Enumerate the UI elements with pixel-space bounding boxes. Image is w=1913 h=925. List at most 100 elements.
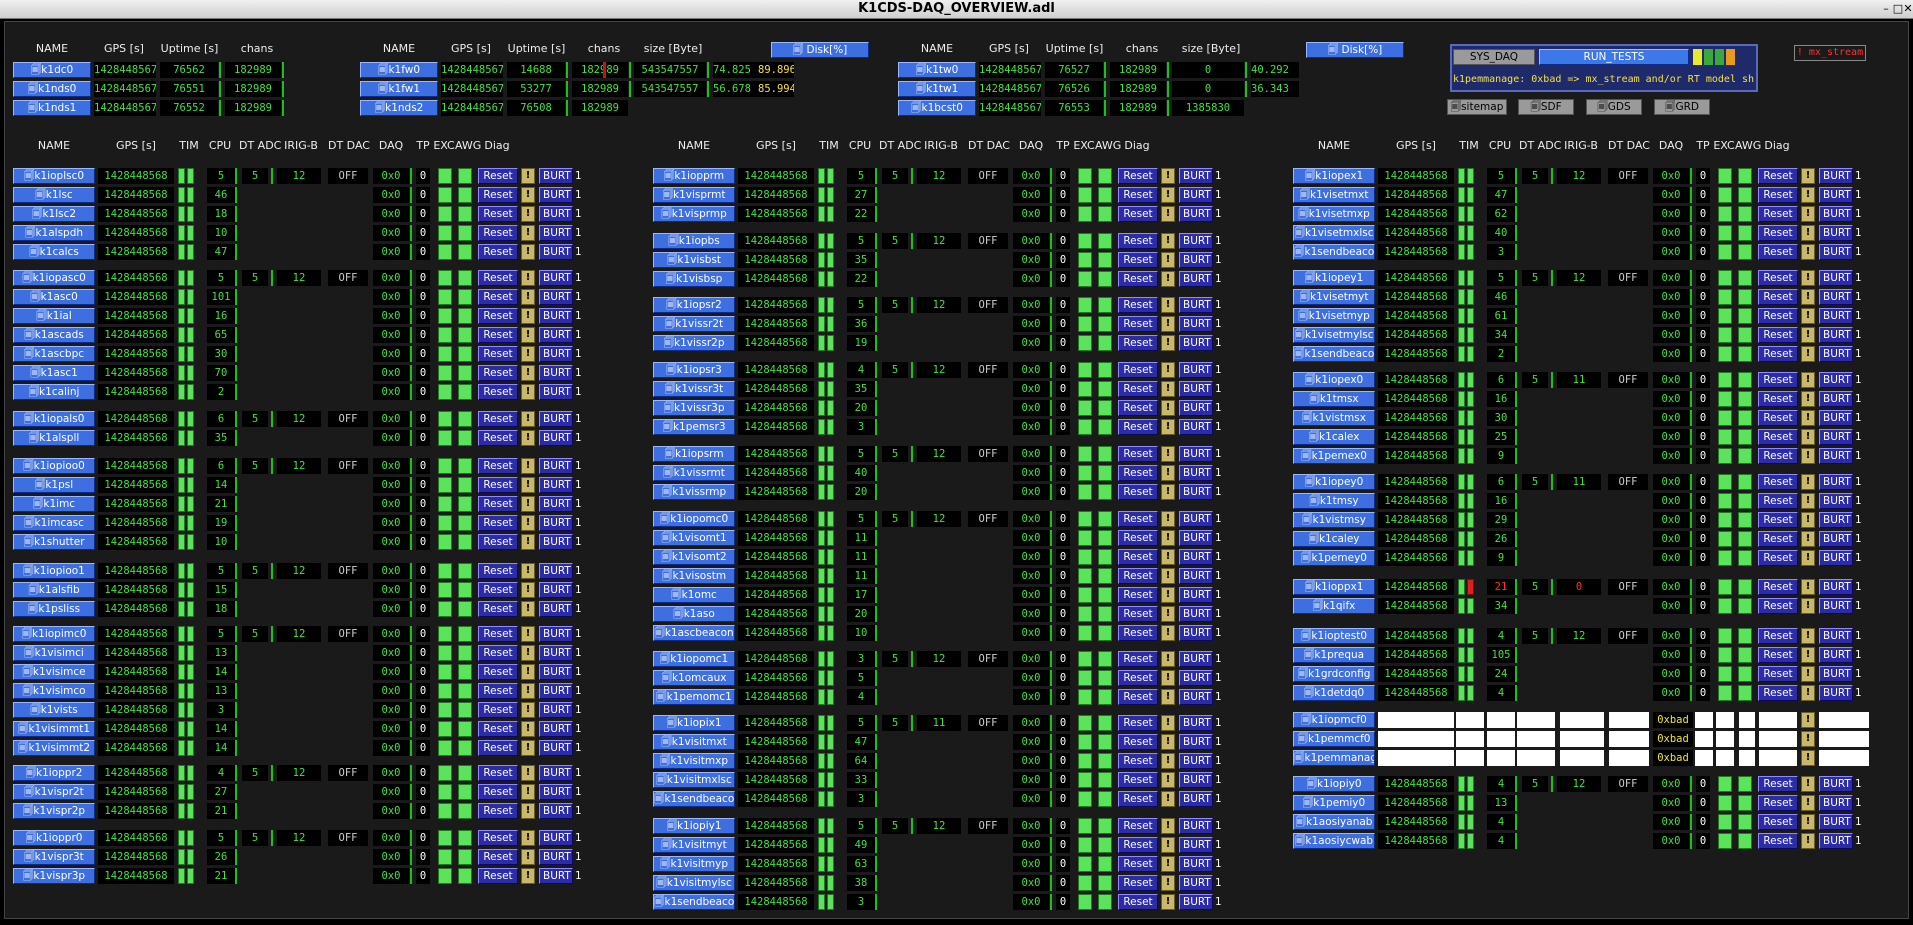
diag-warning-button[interactable]: ! <box>1161 625 1175 641</box>
diag-reset-button[interactable]: Reset <box>1118 568 1158 584</box>
diag-reset-button[interactable]: Reset <box>1118 297 1158 313</box>
diag-warning-button[interactable]: ! <box>1161 734 1175 750</box>
burt-button[interactable]: BURT <box>1179 568 1213 584</box>
burt-button[interactable]: BURT <box>539 683 573 699</box>
system-k1visostm-button[interactable]: 🗐k1visostm <box>653 568 735 584</box>
diag-reset-button[interactable]: Reset <box>478 626 518 642</box>
run-tests-button[interactable]: RUN_TESTS <box>1539 49 1689 65</box>
diag-reset-button[interactable]: Reset <box>1118 715 1158 731</box>
burt-button[interactable]: BURT <box>1819 531 1853 547</box>
diag-warning-button[interactable]: ! <box>1801 647 1815 663</box>
diag-reset-button[interactable]: Reset <box>478 477 518 493</box>
diag-reset-button[interactable]: Reset <box>1118 856 1158 872</box>
system-k1vissr3t-button[interactable]: 🗐k1vissr3t <box>653 381 735 397</box>
diag-reset-button[interactable]: Reset <box>1758 187 1798 203</box>
system-k1ascads-button[interactable]: 🗐k1ascads <box>13 327 95 343</box>
diag-reset-button[interactable]: Reset <box>1118 651 1158 667</box>
system-k1fw0-button[interactable]: 🗐k1fw0 <box>360 62 438 78</box>
burt-button[interactable]: BURT <box>1179 335 1213 351</box>
burt-button[interactable]: BURT <box>539 702 573 718</box>
system-k1pemsr3-button[interactable]: 🗐k1pemsr3 <box>653 419 735 435</box>
system-k1prequa-button[interactable]: 🗐k1prequa <box>1293 647 1375 663</box>
burt-button[interactable]: BURT <box>1819 833 1853 849</box>
diag-warning-button[interactable]: ! <box>521 477 535 493</box>
burt-button[interactable]: BURT <box>1179 446 1213 462</box>
burt-button[interactable]: BURT <box>539 365 573 381</box>
sdf-button[interactable]: 🗐SDF <box>1518 99 1574 115</box>
system-k1vispr3t-button[interactable]: 🗐k1vispr3t <box>13 849 95 865</box>
diag-warning-button[interactable]: ! <box>521 534 535 550</box>
burt-button[interactable]: BURT <box>539 458 573 474</box>
burt-button[interactable]: BURT <box>1819 598 1853 614</box>
burt-button[interactable]: BURT <box>539 868 573 884</box>
diag-reset-button[interactable]: Reset <box>1758 666 1798 682</box>
diag-reset-button[interactable]: Reset <box>1758 225 1798 241</box>
system-k1aosiycwab-button[interactable]: 🗐k1aosiycwab <box>1293 833 1375 849</box>
diag-warning-button[interactable]: ! <box>521 601 535 617</box>
system-k1vistmsx-button[interactable]: 🗐k1vistmsx <box>1293 410 1375 426</box>
system-k1nds2-button[interactable]: 🗐k1nds2 <box>360 100 438 116</box>
diag-reset-button[interactable]: Reset <box>1758 531 1798 547</box>
diag-warning-button[interactable]: ! <box>1801 493 1815 509</box>
diag-warning-button[interactable]: ! <box>1801 795 1815 811</box>
diag-warning-button[interactable]: ! <box>1801 628 1815 644</box>
system-k1visetmxlsc-button[interactable]: 🗐k1visetmxlsc <box>1293 225 1375 241</box>
burt-button[interactable]: BURT <box>1179 362 1213 378</box>
system-k1calinj-button[interactable]: 🗐k1calinj <box>13 384 95 400</box>
diag-reset-button[interactable]: Reset <box>478 784 518 800</box>
diag-reset-button[interactable]: Reset <box>1118 484 1158 500</box>
burt-button[interactable]: BURT <box>539 515 573 531</box>
diag-warning-button[interactable]: ! <box>521 830 535 846</box>
diag-reset-button[interactable]: Reset <box>1758 308 1798 324</box>
diag-warning-button[interactable]: ! <box>1801 531 1815 547</box>
diag-reset-button[interactable]: Reset <box>1758 512 1798 528</box>
burt-button[interactable]: BURT <box>1179 419 1213 435</box>
system-k1vispr2p-button[interactable]: 🗐k1vispr2p <box>13 803 95 819</box>
burt-button[interactable]: BURT <box>1819 776 1853 792</box>
burt-button[interactable]: BURT <box>539 626 573 642</box>
diag-reset-button[interactable]: Reset <box>478 270 518 286</box>
burt-button[interactable]: BURT <box>539 830 573 846</box>
diag-warning-button[interactable]: ! <box>521 225 535 241</box>
diag-warning-button[interactable]: ! <box>521 430 535 446</box>
diag-warning-button[interactable]: ! <box>1801 187 1815 203</box>
diag-reset-button[interactable]: Reset <box>1118 187 1158 203</box>
diag-reset-button[interactable]: Reset <box>478 225 518 241</box>
burt-button[interactable]: BURT <box>1819 270 1853 286</box>
burt-button[interactable]: BURT <box>1179 753 1213 769</box>
system-k1visimmt2-button[interactable]: 🗐k1visimmt2 <box>13 740 95 756</box>
system-k1pemmcf0-button[interactable]: 🗐k1pemmcf0 <box>1293 731 1375 747</box>
system-k1vissrmp-button[interactable]: 🗐k1vissrmp <box>653 484 735 500</box>
burt-button[interactable]: BURT <box>539 740 573 756</box>
diag-warning-button[interactable]: ! <box>1161 670 1175 686</box>
diag-warning-button[interactable]: ! <box>1801 391 1815 407</box>
system-k1alsfib-button[interactable]: 🗐k1alsfib <box>13 582 95 598</box>
system-k1bcst0-button[interactable]: 🗐k1bcst0 <box>898 100 976 116</box>
diag-reset-button[interactable]: Reset <box>478 601 518 617</box>
minimize-button[interactable]: – <box>1880 3 1892 15</box>
system-k1sendbeaconi-button[interactable]: 🗐k1sendbeaconi <box>653 791 735 807</box>
burt-button[interactable]: BURT <box>1819 512 1853 528</box>
diag-warning-button[interactable]: ! <box>1161 446 1175 462</box>
burt-button[interactable]: BURT <box>539 225 573 241</box>
system-k1omc-button[interactable]: 🗐k1omc <box>653 587 735 603</box>
diag-reset-button[interactable]: Reset <box>1758 814 1798 830</box>
diag-warning-button[interactable]: ! <box>1801 410 1815 426</box>
system-k1iopomc0-button[interactable]: 🗐k1iopomc0 <box>653 511 735 527</box>
diag-warning-button[interactable]: ! <box>1161 894 1175 910</box>
diag-warning-button[interactable]: ! <box>521 784 535 800</box>
diag-warning-button[interactable]: ! <box>521 626 535 642</box>
diag-reset-button[interactable]: Reset <box>478 765 518 781</box>
diag-warning-button[interactable]: ! <box>1801 579 1815 595</box>
system-k1sendbeaconi-button[interactable]: 🗐k1sendbeaconi <box>653 894 735 910</box>
system-k1iopix1-button[interactable]: 🗐k1iopix1 <box>653 715 735 731</box>
burt-button[interactable]: BURT <box>1179 818 1213 834</box>
burt-button[interactable]: BURT <box>1819 550 1853 566</box>
burt-button[interactable]: BURT <box>1819 579 1853 595</box>
system-k1vists-button[interactable]: 🗐k1vists <box>13 702 95 718</box>
burt-button[interactable]: BURT <box>1179 689 1213 705</box>
diag-reset-button[interactable]: Reset <box>1118 271 1158 287</box>
diag-reset-button[interactable]: Reset <box>478 308 518 324</box>
diag-reset-button[interactable]: Reset <box>1118 530 1158 546</box>
system-k1nds0-button[interactable]: 🗐k1nds0 <box>13 81 91 97</box>
